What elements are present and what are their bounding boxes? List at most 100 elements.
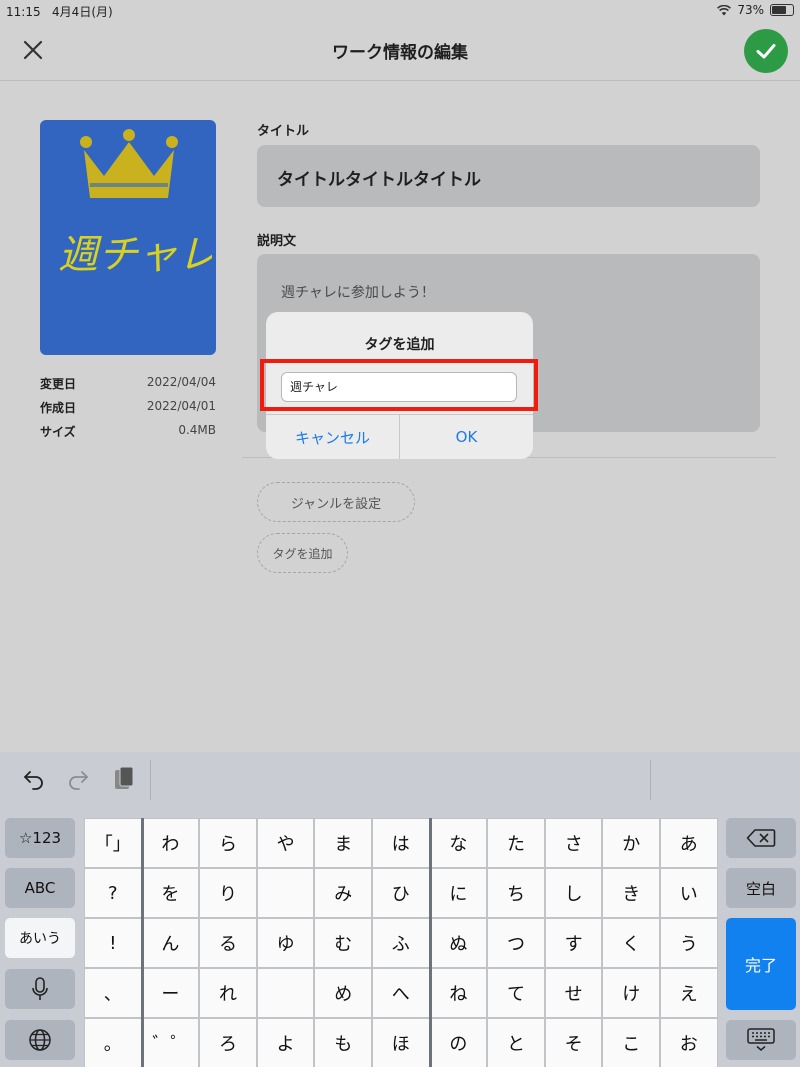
kana-key[interactable]: ? [85, 869, 141, 917]
globe-key[interactable] [5, 1020, 75, 1060]
done-button[interactable] [744, 29, 788, 73]
status-right: 73% [717, 3, 794, 17]
kana-key[interactable]: す [545, 919, 602, 967]
kana-key[interactable]: つ [488, 919, 544, 967]
add-tag-button[interactable]: タグを追加 [257, 533, 348, 573]
dialog-title: タグを追加 [364, 337, 435, 353]
backspace-icon [746, 829, 776, 847]
kana-key[interactable]: ゆ [257, 919, 314, 967]
kana-grid: 「」わらやまはなたさかあ? をり みひにちしきい! んるゆむふぬつすくう、ーれ めへねて… [84, 818, 718, 1067]
microphone-key[interactable] [5, 969, 75, 1009]
numbers-key[interactable]: ☆123 [5, 818, 75, 858]
kana-key[interactable]: く [603, 919, 659, 967]
kana-key[interactable]: の [430, 1019, 487, 1067]
kana-key[interactable]: ら [200, 819, 256, 867]
kana-key[interactable]: ろ [200, 1019, 256, 1067]
grid-separator [428, 818, 432, 1067]
abc-key[interactable]: ABC [5, 868, 75, 908]
crown-icon [80, 129, 178, 198]
highlight-box [260, 359, 538, 411]
backspace-key[interactable] [726, 818, 796, 858]
cover-text: 週チャレ [58, 232, 212, 278]
meta-row-created: 作成日 2022/04/01 [40, 399, 216, 415]
battery-percent: 73% [737, 3, 764, 17]
kana-key[interactable]: わ [142, 819, 199, 867]
kana-key[interactable]: れ [200, 969, 256, 1017]
kana-key[interactable]: へ [373, 969, 429, 1017]
kana-key[interactable]: や [257, 819, 314, 867]
kana-key[interactable]: な [430, 819, 487, 867]
keyboard-dismiss-icon [747, 1028, 775, 1051]
kana-key[interactable]: ほ [373, 1019, 429, 1067]
kana-key[interactable]: 。 [85, 1019, 141, 1067]
kana-key[interactable]: ち [488, 869, 544, 917]
kana-key[interactable]: き [603, 869, 659, 917]
kana-key[interactable]: た [488, 819, 544, 867]
kana-key[interactable]: ね [430, 969, 487, 1017]
kana-key[interactable]: け [603, 969, 659, 1017]
paste-icon[interactable] [112, 765, 136, 793]
kana-key[interactable]: う [661, 919, 717, 967]
battery-icon [770, 4, 794, 16]
kana-key[interactable]: に [430, 869, 487, 917]
description-value: 週チャレに参加しよう！ [281, 285, 435, 301]
kana-key[interactable]: ま [315, 819, 371, 867]
kana-key[interactable]: ! [85, 919, 141, 967]
kana-key[interactable]: お [661, 1019, 717, 1067]
file-meta: 変更日 2022/04/04 作成日 2022/04/01 サイズ 0.4MB [40, 375, 216, 447]
kana-key[interactable]: ー [142, 969, 199, 1017]
cover-art-text: 週チャレ [58, 232, 212, 278]
kana-key[interactable]: る [200, 919, 256, 967]
title-input[interactable]: タイトルタイトルタイトル [257, 145, 760, 207]
set-genre-button[interactable]: ジャンルを設定 [257, 482, 415, 522]
kana-key[interactable]: あ [661, 819, 717, 867]
kana-key[interactable]: せ [545, 969, 602, 1017]
kana-key[interactable]: そ [545, 1019, 602, 1067]
kana-key[interactable]: し [545, 869, 602, 917]
kana-key[interactable]: め [315, 969, 371, 1017]
kana-key[interactable]: い [661, 869, 717, 917]
kana-key[interactable]: ひ [373, 869, 429, 917]
kana-key[interactable]: え [661, 969, 717, 1017]
kana-key[interactable]: さ [545, 819, 602, 867]
title-value: タイトルタイトルタイトル [277, 170, 481, 190]
kana-key[interactable]: と [488, 1019, 544, 1067]
kana-key[interactable]: あいう [5, 918, 75, 958]
cover-image[interactable]: 週チャレ [40, 120, 216, 355]
kana-key[interactable]: よ [257, 1019, 314, 1067]
undo-icon[interactable] [22, 767, 46, 791]
status-time: 11:15 4月4日(月) [6, 5, 113, 19]
title-label: タイトル [257, 124, 310, 139]
page-title: ワーク情報の編集 [332, 43, 468, 63]
kana-key [257, 969, 314, 1017]
kana-key[interactable]: て [488, 969, 544, 1017]
kana-key[interactable]: を [142, 869, 199, 917]
done-key[interactable]: 完了 [726, 918, 796, 1010]
kana-key[interactable]: 、 [85, 969, 141, 1017]
kana-key[interactable]: ん [142, 919, 199, 967]
cancel-button[interactable]: キャンセル [266, 415, 399, 459]
kana-key[interactable]: こ [603, 1019, 659, 1067]
japanese-keyboard: ☆123 ABC あいう 「」わらやまはなたさかあ? をり みひにちしきい! んるゆむ… [0, 808, 800, 1067]
nav-bar: ワーク情報の編集 [0, 20, 800, 81]
kana-key[interactable]: も [315, 1019, 371, 1067]
description-label: 説明文 [257, 234, 297, 249]
kana-key[interactable]: は [373, 819, 429, 867]
kana-key [257, 869, 314, 917]
ok-button[interactable]: OK [400, 415, 533, 459]
meta-row-modified: 変更日 2022/04/04 [40, 375, 216, 391]
space-key[interactable]: 空白 [726, 868, 796, 908]
kana-key[interactable]: ぬ [430, 919, 487, 967]
kana-key[interactable]: 「」 [85, 819, 141, 867]
microphone-icon [32, 977, 48, 1000]
kana-key[interactable]: か [603, 819, 659, 867]
checkmark-icon [756, 44, 776, 59]
kana-key[interactable]: む [315, 919, 371, 967]
kana-key[interactable]: り [200, 869, 256, 917]
globe-icon [29, 1029, 51, 1051]
redo-icon[interactable] [66, 767, 90, 791]
kana-key[interactable]: ゛゜ [142, 1019, 199, 1067]
kana-key[interactable]: み [315, 869, 371, 917]
dismiss-keyboard-key[interactable] [726, 1020, 796, 1060]
kana-key[interactable]: ふ [373, 919, 429, 967]
